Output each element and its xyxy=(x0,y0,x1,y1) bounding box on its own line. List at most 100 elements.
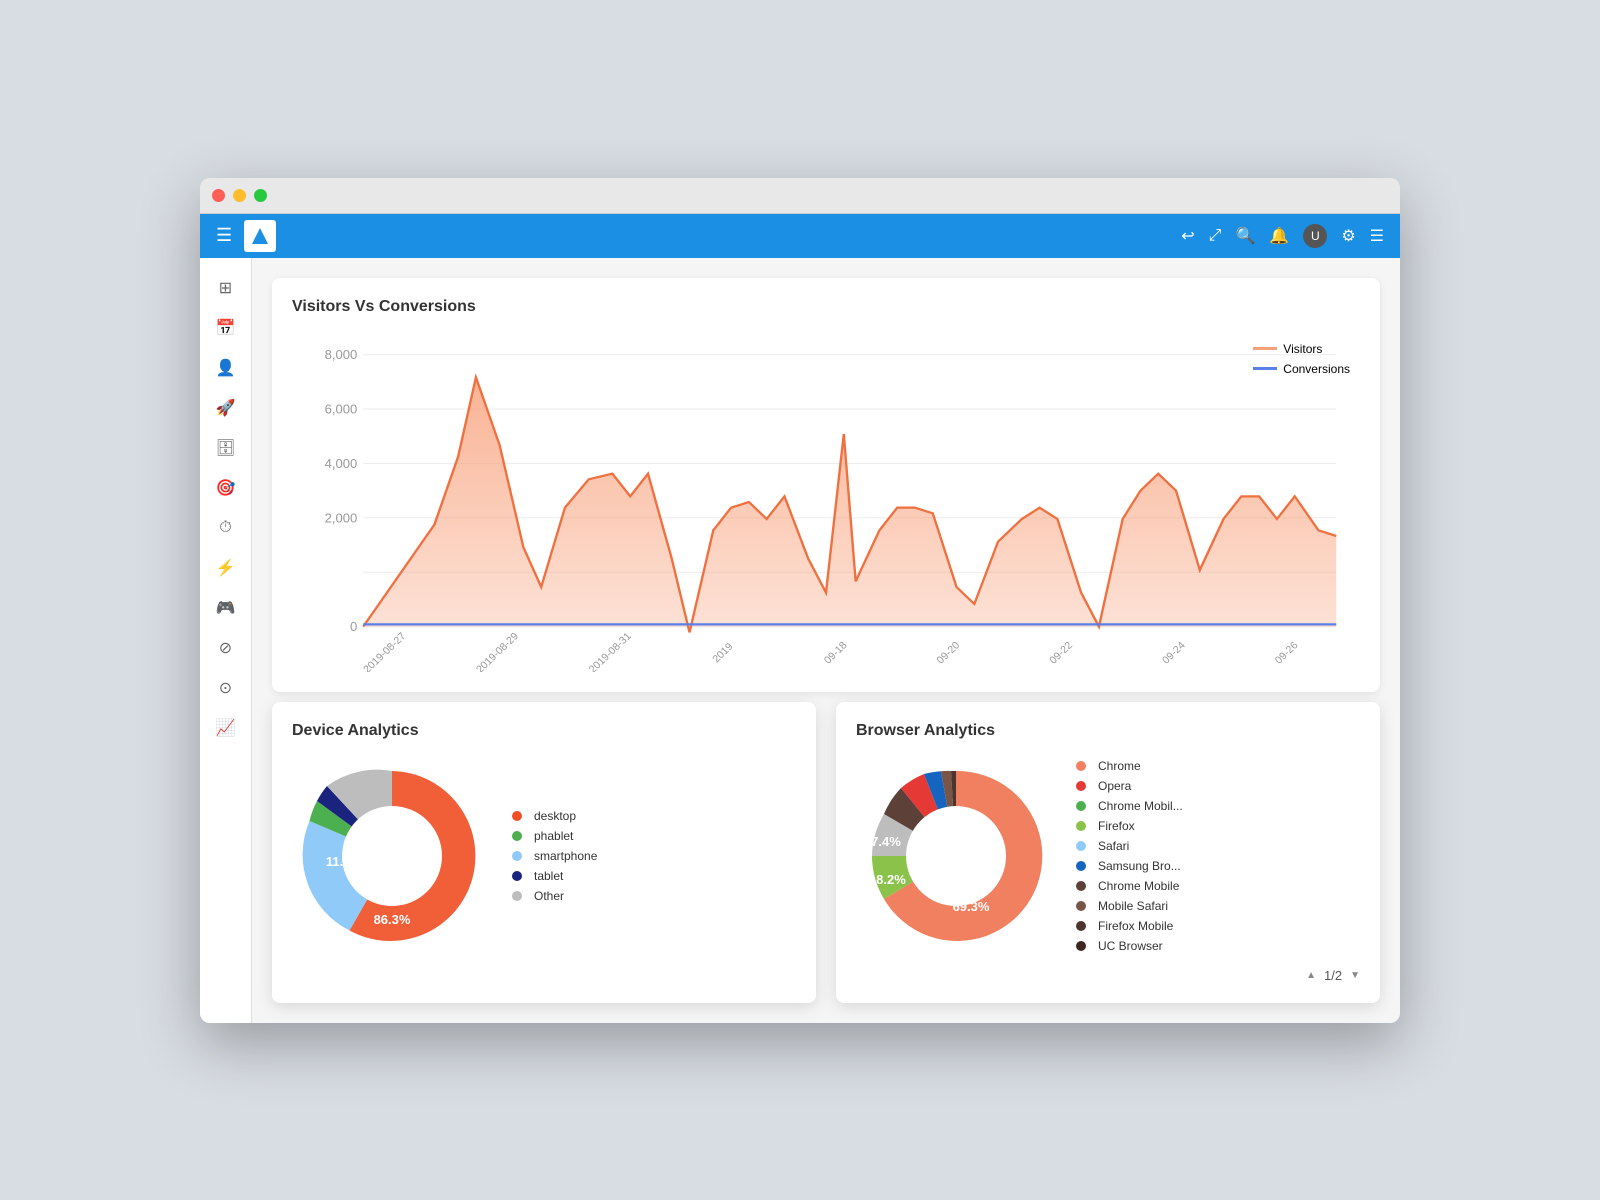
close-button[interactable] xyxy=(212,189,225,202)
visitors-legend-label: Visitors xyxy=(1283,342,1322,356)
svg-text:2019: 2019 xyxy=(711,641,736,665)
title-bar xyxy=(200,178,1400,214)
conversions-legend: Conversions xyxy=(1253,362,1350,376)
svg-text:4,000: 4,000 xyxy=(325,456,358,471)
browser-window: ☰ ↩ ⤢ 🔍 🔔 U ⚙ ☰ ⊞ 📅 👤 🚀 🗄 � xyxy=(200,178,1400,1023)
sidebar-item-flow[interactable]: ⚡ xyxy=(206,550,246,586)
chart-legend: Visitors Conversions xyxy=(1253,342,1350,376)
conversions-legend-label: Conversions xyxy=(1283,362,1350,376)
bottom-charts: Device Analytics xyxy=(272,702,1380,1003)
sidebar-item-game[interactable]: 🎮 xyxy=(206,590,246,626)
sidebar-item-user[interactable]: 👤 xyxy=(206,350,246,386)
browser-legend-firefox-mobile: Firefox Mobile xyxy=(1076,919,1206,933)
line-chart-svg: 8,000 6,000 4,000 2,000 0 xyxy=(292,332,1360,672)
sidebar-item-trend[interactable]: 📈 xyxy=(206,710,246,746)
sidebar-item-database[interactable]: 🗄 xyxy=(206,430,246,466)
device-donut-area: 86.3% 11.9% desktop phablet xyxy=(292,756,796,956)
device-donut-svg: 86.3% 11.9% xyxy=(292,756,492,956)
device-chart-title: Device Analytics xyxy=(292,722,796,740)
sidebar-item-block[interactable]: ⊘ xyxy=(206,630,246,666)
svg-text:86.3%: 86.3% xyxy=(374,912,411,927)
svg-text:09-20: 09-20 xyxy=(935,640,962,666)
browser-label-safari: Safari xyxy=(1098,839,1129,853)
visitors-chart-title: Visitors Vs Conversions xyxy=(292,298,1360,316)
header-right: ↩ ⤢ 🔍 🔔 U ⚙ ☰ xyxy=(1181,224,1384,248)
visitors-chart-card: Visitors Vs Conversions Visitors Convers… xyxy=(272,278,1380,692)
svg-text:2019-08-31: 2019-08-31 xyxy=(587,630,634,671)
browser-legend-mobile-safari: Mobile Safari xyxy=(1076,899,1206,913)
conversions-legend-line xyxy=(1253,367,1277,370)
browser-label-uc: UC Browser xyxy=(1098,939,1163,953)
svg-text:09-18: 09-18 xyxy=(822,640,849,666)
device-legend-other: Other xyxy=(512,889,642,903)
sidebar-item-clock[interactable]: ⏱ xyxy=(206,510,246,546)
menu-icon[interactable]: ☰ xyxy=(1370,226,1384,246)
device-legend-phablet: phablet xyxy=(512,829,642,843)
browser-legend-chrome: Chrome xyxy=(1076,759,1206,773)
svg-text:11.9%: 11.9% xyxy=(326,854,363,869)
svg-text:0: 0 xyxy=(350,619,357,634)
browser-legend-firefox: Firefox xyxy=(1076,819,1206,833)
device-label-smartphone: smartphone xyxy=(534,849,597,863)
device-label-phablet: phablet xyxy=(534,829,573,843)
line-chart-container: Visitors Conversions xyxy=(292,332,1360,672)
browser-label-chrome-mobile: Chrome Mobile xyxy=(1098,879,1179,893)
device-label-tablet: tablet xyxy=(534,869,563,883)
app-body: ⊞ 📅 👤 🚀 🗄 🎯 ⏱ ⚡ 🎮 ⊘ ⊙ 📈 Visitors Vs Conv… xyxy=(200,258,1400,1023)
svg-text:7.4%: 7.4% xyxy=(871,834,901,849)
browser-label-mobile-safari: Mobile Safari xyxy=(1098,899,1168,913)
svg-text:09-22: 09-22 xyxy=(1048,640,1075,666)
svg-text:09-26: 09-26 xyxy=(1273,640,1300,666)
avatar-icon[interactable]: U xyxy=(1303,224,1327,248)
prev-page-button[interactable]: ▲ xyxy=(1306,970,1316,981)
device-legend-smartphone: smartphone xyxy=(512,849,642,863)
sidebar-item-calendar[interactable]: 📅 xyxy=(206,310,246,346)
header-left: ☰ xyxy=(216,220,276,252)
svg-text:8,000: 8,000 xyxy=(325,347,358,362)
main-content: Visitors Vs Conversions Visitors Convers… xyxy=(252,258,1400,1023)
device-label-other: Other xyxy=(534,889,564,903)
browser-legend-uc: UC Browser xyxy=(1076,939,1206,953)
svg-text:09-24: 09-24 xyxy=(1161,640,1188,666)
browser-label-firefox-mobile: Firefox Mobile xyxy=(1098,919,1173,933)
browser-legend: Chrome Opera Chrome Mobil... xyxy=(1076,759,1206,953)
settings-icon[interactable]: ⚙ xyxy=(1341,226,1355,246)
visitors-legend: Visitors xyxy=(1253,342,1350,356)
sidebar-item-circle[interactable]: ⊙ xyxy=(206,670,246,706)
back-icon[interactable]: ↩ xyxy=(1181,226,1194,246)
maximize-button[interactable] xyxy=(254,189,267,202)
app-header: ☰ ↩ ⤢ 🔍 🔔 U ⚙ ☰ xyxy=(200,214,1400,258)
hamburger-icon[interactable]: ☰ xyxy=(216,225,232,246)
sidebar: ⊞ 📅 👤 🚀 🗄 🎯 ⏱ ⚡ 🎮 ⊘ ⊙ 📈 xyxy=(200,258,252,1023)
search-icon[interactable]: 🔍 xyxy=(1235,226,1255,246)
browser-label-opera: Opera xyxy=(1098,779,1131,793)
browser-legend-opera: Opera xyxy=(1076,779,1206,793)
browser-donut-svg: 69.3% 8.2% 7.4% xyxy=(856,756,1056,956)
svg-text:69.3%: 69.3% xyxy=(953,899,990,914)
device-legend: desktop phablet smartphone xyxy=(512,809,642,903)
device-legend-desktop: desktop xyxy=(512,809,642,823)
svg-text:8.2%: 8.2% xyxy=(876,872,906,887)
next-page-button[interactable]: ▼ xyxy=(1350,970,1360,981)
svg-text:2,000: 2,000 xyxy=(325,510,358,525)
visitors-legend-line xyxy=(1253,347,1277,350)
browser-label-firefox: Firefox xyxy=(1098,819,1135,833)
device-label-desktop: desktop xyxy=(534,809,576,823)
svg-text:6,000: 6,000 xyxy=(325,401,358,416)
browser-legend-chrome-mobile: Chrome Mobile xyxy=(1076,879,1206,893)
svg-text:2019-08-29: 2019-08-29 xyxy=(475,630,522,671)
device-analytics-card: Device Analytics xyxy=(272,702,816,1003)
browser-label-chrome: Chrome xyxy=(1098,759,1141,773)
sidebar-item-dashboard[interactable]: ⊞ xyxy=(206,270,246,306)
sidebar-item-launch[interactable]: 🚀 xyxy=(206,390,246,426)
browser-label-samsung: Samsung Bro... xyxy=(1098,859,1181,873)
sidebar-item-target[interactable]: 🎯 xyxy=(206,470,246,506)
svg-text:2019-08-27: 2019-08-27 xyxy=(362,630,409,671)
browser-label-chrome-mobile-abbr: Chrome Mobil... xyxy=(1098,799,1183,813)
browser-chart-title: Browser Analytics xyxy=(856,722,1360,740)
expand-icon[interactable]: ⤢ xyxy=(1209,227,1222,245)
bell-icon[interactable]: 🔔 xyxy=(1269,226,1289,246)
browser-legend-safari: Safari xyxy=(1076,839,1206,853)
minimize-button[interactable] xyxy=(233,189,246,202)
browser-legend-chrome-mobile-abbr: Chrome Mobil... xyxy=(1076,799,1206,813)
